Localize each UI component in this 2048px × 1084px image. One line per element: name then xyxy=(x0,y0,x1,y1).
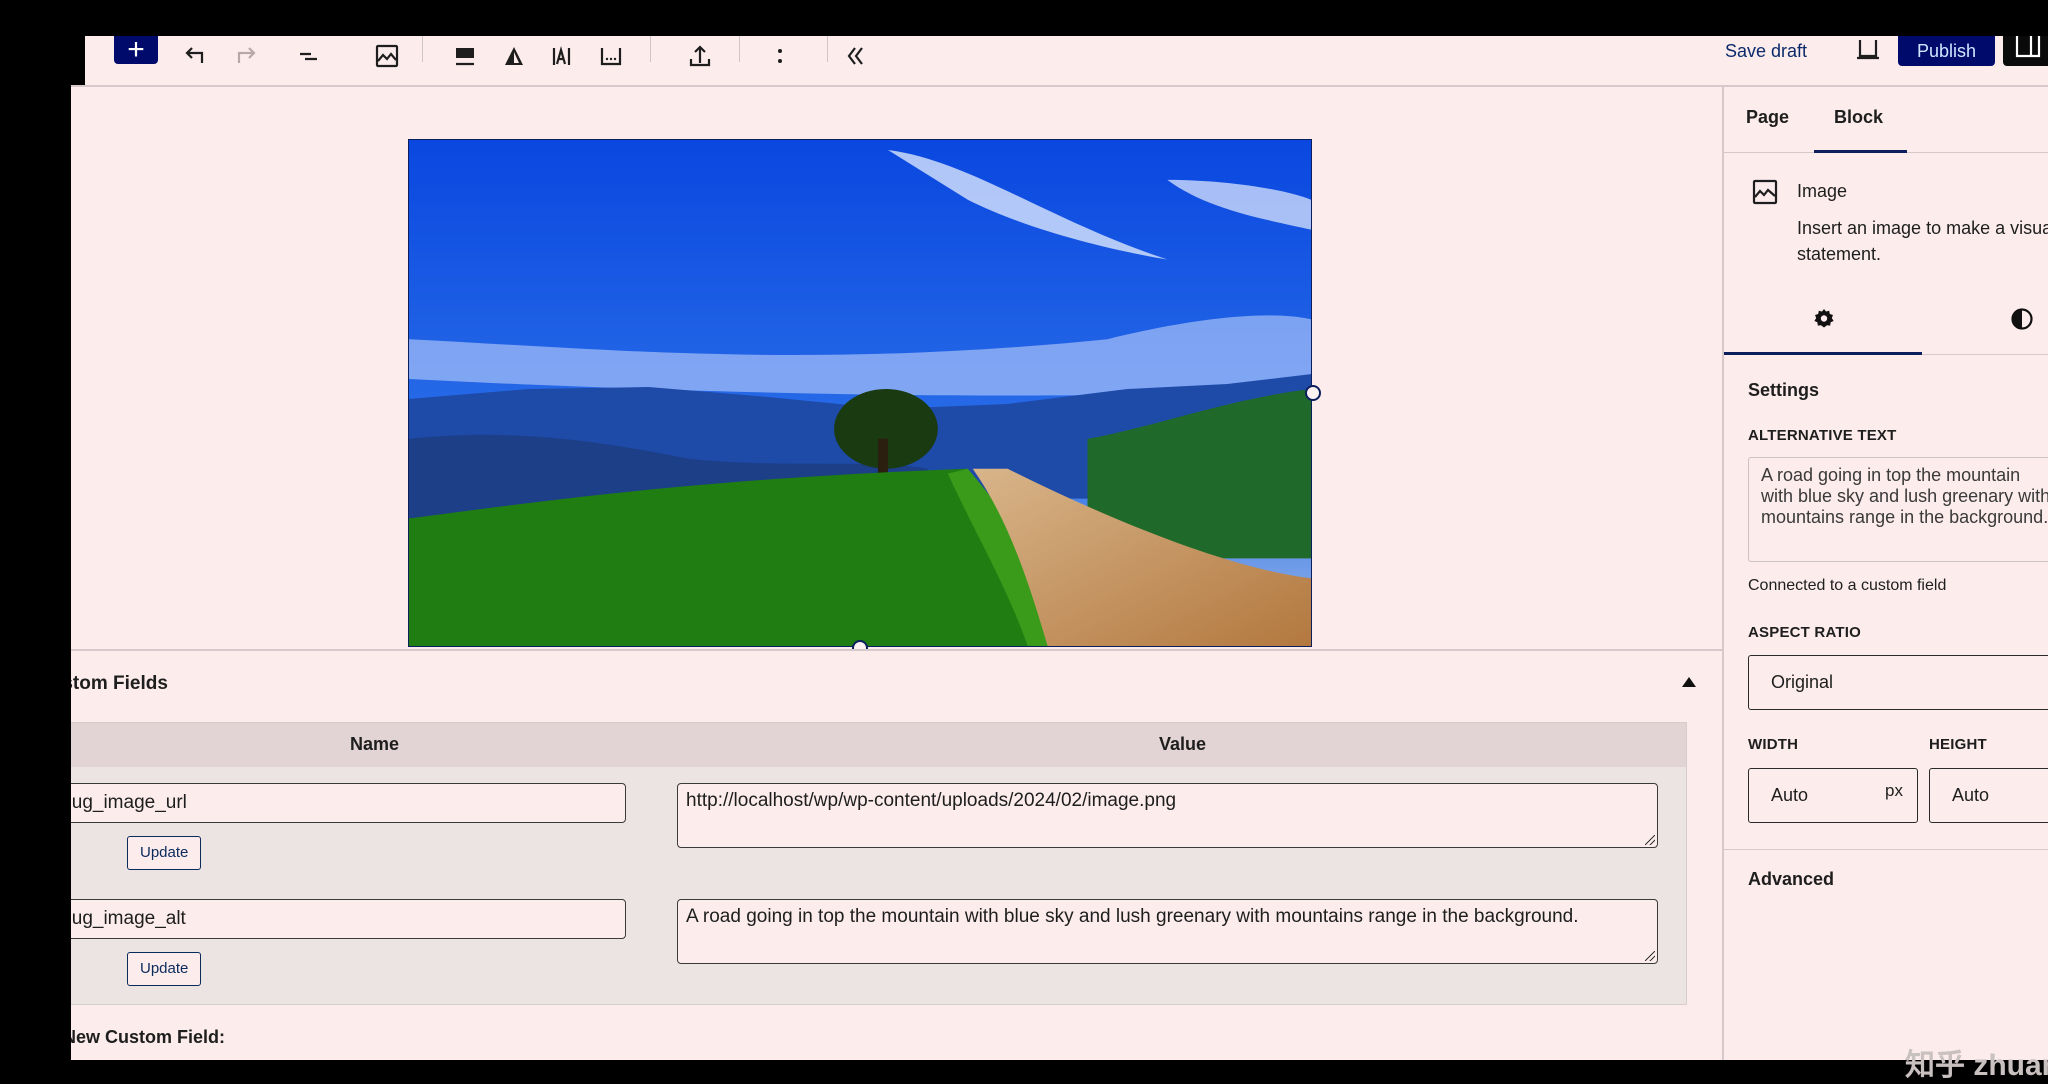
gear-icon xyxy=(1814,309,1834,328)
text-overlay-icon xyxy=(552,45,571,65)
width-value: Auto xyxy=(1771,785,1809,805)
update-button[interactable]: Update xyxy=(127,952,202,986)
height-label: HEIGHT xyxy=(1929,736,1987,753)
block-type-image-button[interactable] xyxy=(369,36,405,76)
width-unit[interactable]: px xyxy=(1885,765,1903,817)
settings-heading: Settings xyxy=(1748,380,1820,400)
aspect-ratio-label: ASPECT RATIO xyxy=(1748,624,1861,641)
column-header-value: Value xyxy=(1159,734,1207,754)
add-block-button[interactable]: + xyxy=(114,33,158,66)
preview-icon xyxy=(1857,40,1879,60)
height-input[interactable]: Auto xyxy=(1929,768,2048,823)
custom-field-value-textarea[interactable]: http://localhost/wp/wp-content/uploads/2… xyxy=(677,783,1658,848)
editor-toolbar: + Save draft Publish xyxy=(85,33,2048,86)
duotone-button[interactable] xyxy=(496,36,532,76)
settings-subtab[interactable] xyxy=(1812,307,1836,336)
active-tab-indicator xyxy=(1814,150,1907,153)
styles-contrast-icon xyxy=(2011,308,2033,330)
custom-field-name-input[interactable]: projectslug_image_url xyxy=(0,783,626,823)
document-overview-icon xyxy=(300,52,317,61)
alt-text-textarea[interactable]: A road going in top the mountain with bl… xyxy=(1748,457,2048,562)
more-options-button[interactable] xyxy=(762,36,798,76)
block-name: Image xyxy=(1797,181,1848,201)
align-icon xyxy=(456,48,474,66)
toolbar-separator xyxy=(827,36,828,62)
custom-field-value-textarea[interactable]: A road going in top the mountain with bl… xyxy=(677,899,1658,964)
width-label: WIDTH xyxy=(1748,736,1799,753)
align-button[interactable] xyxy=(447,36,483,76)
column-header-name: Name xyxy=(350,734,400,754)
resize-grip-icon[interactable] xyxy=(1645,835,1655,845)
collapse-panel-toggle[interactable] xyxy=(1682,677,1696,687)
replace-upload-button[interactable] xyxy=(682,36,718,76)
alt-text-label: ALTERNATIVE TEXT xyxy=(1748,427,1897,444)
upload-icon xyxy=(689,45,711,67)
toolbar-separator xyxy=(650,36,651,62)
document-overview-button[interactable] xyxy=(290,36,326,76)
height-value: Auto xyxy=(1952,785,1990,805)
resize-handle-right[interactable] xyxy=(1305,385,1321,401)
duotone-icon xyxy=(505,47,523,65)
collapse-toolbar-button[interactable] xyxy=(838,36,874,76)
settings-panel-icon xyxy=(2015,36,2041,58)
redo-button[interactable] xyxy=(228,36,264,76)
image-block-icon xyxy=(1752,179,1778,210)
styles-subtab[interactable] xyxy=(2010,307,2034,336)
table-header: Name Value xyxy=(52,723,1686,767)
settings-sidebar: Page Block Image Insert an image to make… xyxy=(1722,87,2048,1060)
custom-field-name-input[interactable]: projectslug_image_alt xyxy=(0,899,626,939)
settings-panel-toggle[interactable] xyxy=(2003,36,2048,66)
screen-crop-mask xyxy=(0,36,71,1060)
image-block[interactable] xyxy=(408,139,1312,647)
advanced-panel-toggle[interactable]: Advanced xyxy=(1748,869,1834,890)
update-button[interactable]: Update xyxy=(127,836,202,870)
custom-fields-panel: Custom Fields Name Value projectslug_ima… xyxy=(0,649,1722,1060)
connected-field-note: Connected to a custom field xyxy=(1748,577,1947,594)
custom-fields-table: Name Value projectslug_image_url Delete … xyxy=(0,722,1687,1005)
toolbar-separator xyxy=(739,36,740,62)
custom-field-value: A road going in top the mountain with bl… xyxy=(686,906,1579,927)
resize-grip-icon[interactable] xyxy=(1645,951,1655,961)
preview-button[interactable] xyxy=(1850,36,1886,66)
collapse-chevrons-icon xyxy=(847,47,863,65)
redo-icon xyxy=(237,47,256,63)
active-subtab-indicator xyxy=(1724,352,1922,355)
undo-button[interactable] xyxy=(177,36,213,76)
aspect-ratio-select[interactable]: Original xyxy=(1748,655,2048,710)
block-description: Insert an image to make a visual stateme… xyxy=(1797,218,2048,264)
add-block-icon: + xyxy=(127,33,145,66)
screen-crop-mask-top xyxy=(0,0,2048,36)
undo-icon xyxy=(185,47,204,63)
custom-field-value: http://localhost/wp/wp-content/uploads/2… xyxy=(686,790,1177,811)
more-options-icon xyxy=(778,49,782,63)
width-input[interactable]: Auto px xyxy=(1748,768,1918,823)
tab-block[interactable]: Block xyxy=(1834,107,1883,128)
panel-divider xyxy=(1724,849,2048,850)
toolbar-separator xyxy=(422,36,423,62)
caption-icon xyxy=(600,48,622,66)
tab-page[interactable]: Page xyxy=(1746,107,1789,128)
landscape-photo xyxy=(409,140,1311,646)
watermark: 知乎 zhuan.co xyxy=(1905,1049,2048,1082)
save-draft-button[interactable]: Save draft xyxy=(1725,36,1807,66)
caption-button[interactable] xyxy=(593,36,629,76)
text-overlay-button[interactable] xyxy=(545,36,581,76)
publish-button[interactable]: Publish xyxy=(1898,36,1995,66)
image-icon xyxy=(375,44,399,68)
